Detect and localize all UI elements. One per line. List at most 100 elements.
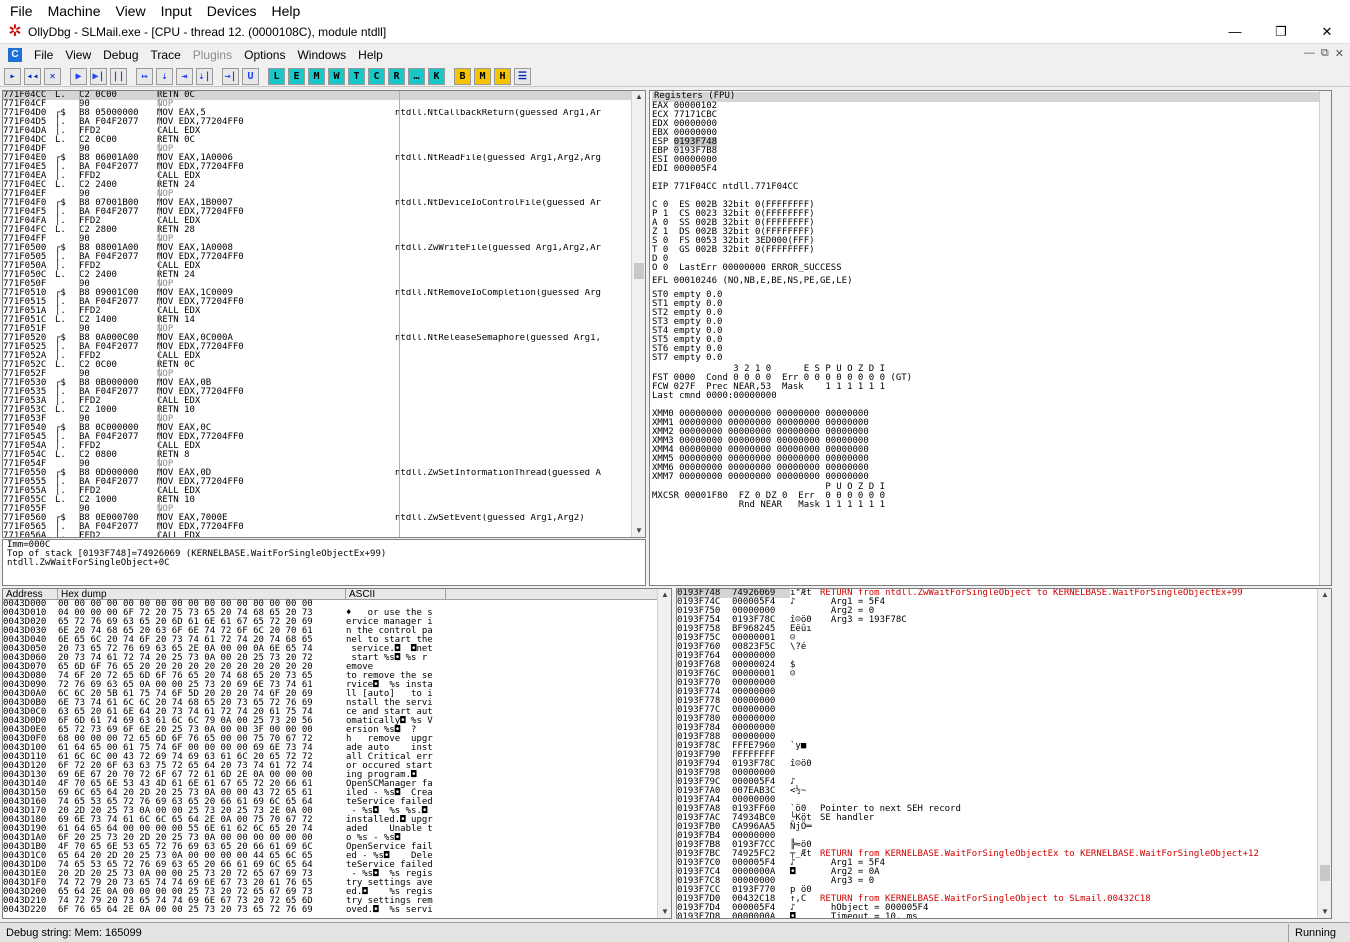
stack-row[interactable]: 0193F750 00000000 Arg2 = 0 — [677, 607, 1331, 616]
toolbar-window-button[interactable]: … — [408, 67, 425, 85]
disasm-row[interactable]: 771F056A │. FFD2 CALL EDX — [3, 532, 645, 538]
stack-row[interactable]: 0193F748 74926069 i"Æt RETURN from ntdll.Zw… — [677, 589, 1331, 598]
disasm-row[interactable]: 771F04FC L. C2 2800 RETN 28 — [3, 226, 645, 235]
dump-header-ascii[interactable]: ASCII — [346, 589, 446, 600]
stack-row[interactable]: 0193F7C8 00000000 Arg3 = 0 — [677, 877, 1331, 886]
toolbar-window-button[interactable]: E — [288, 67, 305, 85]
stack-row[interactable]: 0193F7A4 00000000 — [677, 796, 1331, 805]
toolbar-window-button[interactable]: W — [328, 67, 345, 85]
stack-pane[interactable]: 0193F748 74926069 i"Æt RETURN from ntdll.Zw… — [676, 588, 1332, 919]
stack-row[interactable]: 0193F770 00000000 — [677, 679, 1331, 688]
stack-row[interactable]: 0193F7BC 74925FC2 ┬_Æt RETURN from KERNELBA… — [677, 850, 1331, 859]
fpu-st-row[interactable]: ST4 empty 0.0 — [652, 327, 1329, 336]
registers-pane[interactable]: Registers (FPU) EAX 00000102 ECX 77171CBC… — [649, 90, 1332, 586]
stack-row[interactable]: 0193F758 BF968245 Eëûı — [677, 625, 1331, 634]
fpu-status-row[interactable]: Last cmnd 0000:00000000 — [652, 392, 1329, 401]
toolbar-window-button[interactable]: C — [368, 67, 385, 85]
disasm-row[interactable]: 771F053C L. C2 1000 RETN 10 — [3, 406, 645, 415]
host-menu-item[interactable]: Devices — [197, 3, 262, 19]
host-menu-item[interactable]: File — [0, 3, 38, 19]
disasm-row[interactable]: 771F054C L. C2 0800 RETN 8 — [3, 451, 645, 460]
fpu-st-row[interactable]: ST7 empty 0.0 — [652, 354, 1329, 363]
scroll-thumb[interactable] — [634, 263, 644, 279]
toolbar-control-button[interactable]: ◂◂ — [24, 67, 41, 85]
toolbar-control-button[interactable]: ▸ — [4, 67, 21, 85]
eip-register[interactable]: EIP 771F04CC ntdll.771F04CC — [652, 183, 1329, 192]
stack-row[interactable]: 0193F7A8 0193FF60 `ö0 Pointer to next SEH r… — [677, 805, 1331, 814]
minimize-button[interactable]: — — [1212, 21, 1258, 43]
stack-row[interactable]: 0193F7B0 CA996AA5 ÑjÖ═ — [677, 823, 1331, 832]
register-row[interactable]: ESP 0193F748 — [652, 137, 1329, 147]
stack-row[interactable]: 0193F7B4 00000000 — [677, 832, 1331, 841]
stack-row[interactable]: 0193F78C FFFE7960 `y■ — [677, 742, 1331, 751]
mdi-restore-button[interactable]: ⧉ — [1321, 47, 1329, 60]
stack-row[interactable]: 0193F7AC 74934BC0 └Köt SE handler — [677, 814, 1331, 823]
disassembly-pane[interactable]: 771F04CC L. C2 0C00 RETN 0C 771F04CF 90 NOP 771… — [2, 90, 646, 538]
disasm-row[interactable]: 771F04EC L. C2 2400 RETN 24 — [3, 181, 645, 190]
toolbar-control-button[interactable]: ⇣| — [196, 67, 213, 85]
toolbar-extra-button[interactable]: M — [474, 67, 491, 85]
register-row[interactable]: EBX 00000000 — [652, 129, 1329, 138]
toolbar-extra-button[interactable]: B — [454, 67, 471, 85]
disassembly-scrollbar[interactable]: ▲ ▼ — [631, 91, 645, 537]
flag-row[interactable]: T 0 GS 002B 32bit 0(FFFFFFFF) — [652, 246, 1329, 255]
stack-row[interactable]: 0193F768 00000024 $ — [677, 661, 1331, 670]
mdi-close-button[interactable]: ✕ — [1335, 47, 1344, 60]
toolbar-window-button[interactable]: T — [348, 67, 365, 85]
stack-row[interactable]: 0193F778 00000000 — [677, 697, 1331, 706]
menu-item-file[interactable]: File — [28, 48, 59, 62]
scroll-up-arrow-icon[interactable]: ▲ — [632, 91, 645, 103]
register-value[interactable]: 000005F4 — [674, 164, 717, 174]
stack-row[interactable]: 0193F74C 000005F4 ♪ Arg1 = 5F4 — [677, 598, 1331, 607]
toolbar-window-button[interactable]: M — [308, 67, 325, 85]
toolbar-window-button[interactable]: L — [268, 67, 285, 85]
cpu-window-icon[interactable]: C — [8, 48, 22, 62]
stack-row[interactable]: 0193F780 00000000 — [677, 715, 1331, 724]
fpu-st-row[interactable]: ST6 empty 0.0 — [652, 345, 1329, 354]
stack-row[interactable]: 0193F784 00000000 — [677, 724, 1331, 733]
toolbar-window-button[interactable]: K — [428, 67, 445, 85]
menu-item-view[interactable]: View — [59, 48, 97, 62]
mxcsr-row[interactable]: Rnd NEAR Mask 1 1 1 1 1 1 — [652, 501, 1329, 510]
disasm-row[interactable]: 771F050C L. C2 2400 RETN 24 — [3, 271, 645, 280]
disasm-row[interactable]: 771F051C L. C2 1400 RETN 14 — [3, 316, 645, 325]
stack-row[interactable]: 0193F760 00823F5C \?é — [677, 643, 1331, 652]
stack-row[interactable]: 0193F7D8 0000000A ◘ Timeout = 10. ms — [677, 913, 1331, 919]
host-menu-item[interactable]: Help — [262, 3, 306, 19]
menu-item-windows[interactable]: Windows — [291, 48, 352, 62]
toolbar-control-button[interactable]: ↦ — [136, 67, 153, 85]
disasm-row[interactable]: 771F04DC L. C2 0C00 RETN 0C — [3, 136, 645, 145]
efl-register[interactable]: EFL 00010246 (NO,NB,E,BE,NS,PE,GE,LE) — [652, 277, 1329, 286]
stack-row[interactable]: 0193F764 00000000 — [677, 652, 1331, 661]
stack-row[interactable]: 0193F7C0 000005F4 ♪ Arg1 = 5F4 — [677, 859, 1331, 868]
fpu-st-row[interactable]: ST2 empty 0.0 — [652, 309, 1329, 318]
stack-row[interactable]: 0193F774 00000000 — [677, 688, 1331, 697]
toolbar-control-button[interactable]: ✕ — [44, 67, 61, 85]
fpu-st-row[interactable]: ST5 empty 0.0 — [652, 336, 1329, 345]
toolbar-control-button[interactable]: || — [110, 67, 127, 85]
register-row[interactable]: ECX 77171CBC — [652, 111, 1329, 120]
toolbar-extra-button[interactable]: ☰ — [514, 67, 531, 85]
close-button[interactable]: ✕ — [1304, 21, 1350, 43]
flag-row[interactable]: O 0 LastErr 00000000 ERROR_SUCCESS — [652, 264, 1329, 273]
mdi-minimize-button[interactable]: — — [1304, 47, 1315, 60]
register-row[interactable]: ESI 00000000 — [652, 156, 1329, 165]
menu-item-plugins[interactable]: Plugins — [187, 48, 238, 62]
host-menu-item[interactable]: Input — [151, 3, 197, 19]
stack-row[interactable]: 0193F754 0193F78C î☺ö0 Arg3 = 193F78C — [677, 616, 1331, 625]
stack-row[interactable]: 0193F79C 000005F4 ♪ — [677, 778, 1331, 787]
restore-button[interactable]: ❐ — [1258, 21, 1304, 43]
info-pane[interactable]: Imm=000C Top of stack [0193F748]=7492606… — [2, 539, 646, 586]
toolbar-control-button[interactable]: ▶| — [90, 67, 107, 85]
host-menu-item[interactable]: View — [105, 3, 150, 19]
toolbar-window-button[interactable]: R — [388, 67, 405, 85]
register-row[interactable]: EAX 00000102 — [652, 102, 1329, 111]
register-row[interactable]: EDI 000005F4 — [652, 165, 1329, 174]
scroll-down-arrow-icon[interactable]: ▼ — [632, 525, 645, 537]
dump-header-address[interactable]: Address — [3, 589, 58, 600]
register-row[interactable]: EBP 0193F7B8 — [652, 147, 1329, 156]
registers-scrollbar[interactable] — [1319, 91, 1331, 585]
stack-row[interactable]: 0193F7C4 0000000A ◘ Arg2 = 0A — [677, 868, 1331, 877]
stack-row[interactable]: 0193F790 FFFFFFFF — [677, 751, 1331, 760]
dump-scroll-up-icon[interactable]: ▲ — [658, 589, 671, 601]
